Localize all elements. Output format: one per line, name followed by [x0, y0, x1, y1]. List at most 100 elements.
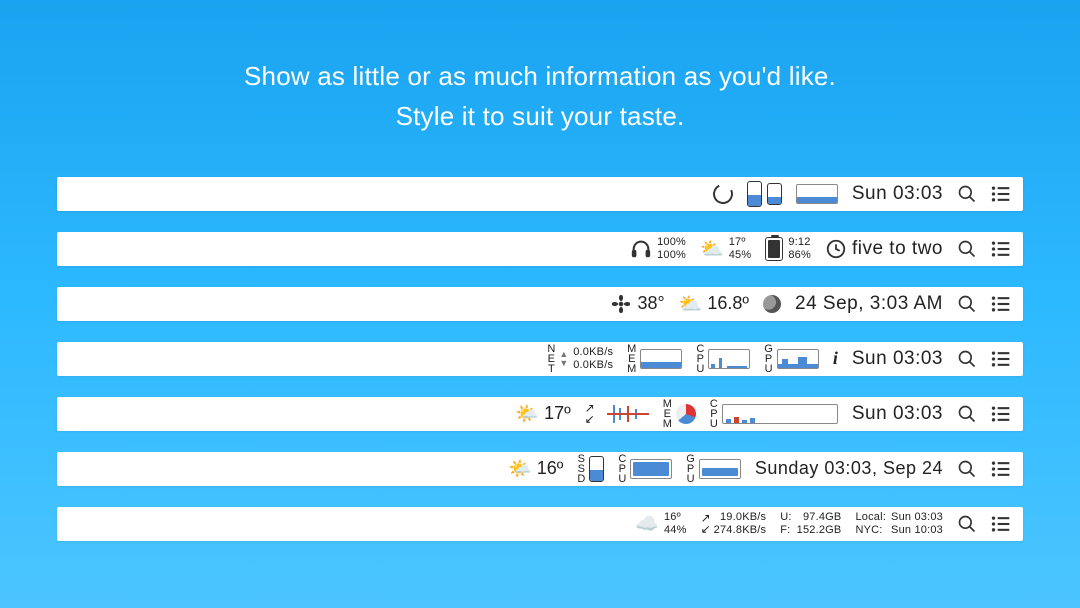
- weather-temp: 16º: [537, 458, 564, 479]
- menubar-1: Sun 03:03: [57, 177, 1023, 211]
- mem-widget: MEM: [663, 399, 696, 429]
- clock-widget: five to two: [825, 238, 943, 260]
- info-icon[interactable]: i: [833, 348, 838, 369]
- battery-time: 9:12: [788, 236, 811, 249]
- local-label: Local:: [855, 511, 886, 524]
- headline: Show as little or as much information as…: [0, 0, 1080, 177]
- net-up: 19.0KB/s: [714, 511, 767, 524]
- headphones-widget: 100% 100%: [630, 236, 686, 261]
- progress-ring-icon: [710, 181, 736, 207]
- cpu-graph: [630, 459, 672, 479]
- moon-phase-icon: [763, 295, 781, 313]
- net-arrows-icon: ▲▼: [559, 350, 568, 368]
- gpu-widget: GPU: [686, 454, 741, 484]
- menu-list-icon[interactable]: [991, 294, 1011, 314]
- clock: 24 Sep, 3:03 AM: [795, 293, 943, 315]
- menu-list-icon[interactable]: [991, 239, 1011, 259]
- net-label: NET: [547, 344, 554, 374]
- fan-temp: 38°: [637, 293, 664, 314]
- fan-icon: [610, 293, 632, 315]
- weather-humidity: 44%: [664, 524, 687, 537]
- net-spike-graph: [607, 403, 649, 425]
- gpu-widget: GPU: [764, 344, 819, 374]
- cpu-bar-graph: [722, 404, 838, 424]
- mem-pie-icon: [676, 404, 696, 424]
- net-widget: ↗↙ 19.0KB/s 274.8KB/s: [701, 511, 767, 536]
- headphones-bottom: 100%: [657, 249, 686, 262]
- search-icon[interactable]: [957, 239, 977, 259]
- menubar-3: 38° ⛅ 16.8º 24 Sep, 3:03 AM: [57, 287, 1023, 321]
- search-icon[interactable]: [957, 294, 977, 314]
- disk-gauges: [747, 181, 782, 207]
- ssd-widget: SSD: [577, 454, 604, 484]
- search-icon[interactable]: [957, 514, 977, 534]
- gpu-label: GPU: [686, 454, 694, 484]
- menu-list-icon[interactable]: [991, 184, 1011, 204]
- cpu-widget: CPU: [696, 344, 750, 374]
- search-icon[interactable]: [957, 184, 977, 204]
- world-clock-widget: Local: NYC: Sun 03:03 Sun 10:03: [855, 511, 943, 536]
- battery-icon: [765, 237, 783, 261]
- fan-widget: 38°: [610, 293, 664, 315]
- weather-widget: ⛅ 17º 45%: [700, 236, 751, 261]
- nyc-label: NYC:: [855, 524, 886, 537]
- net-widget: NET ▲▼ 0.0KB/s 0.0KB/s: [547, 344, 613, 374]
- weather-temp: 17º: [729, 236, 752, 249]
- search-icon[interactable]: [957, 459, 977, 479]
- menu-list-icon[interactable]: [991, 514, 1011, 534]
- weather-temp: 16º: [664, 511, 687, 524]
- battery-pct: 86%: [788, 249, 811, 262]
- cpu-widget: CPU: [710, 399, 838, 429]
- menubar-7: ☁️ 16º 44% ↗↙ 19.0KB/s 274.8KB/s U: F: 9…: [57, 507, 1023, 541]
- mem-label: MEM: [663, 399, 671, 429]
- weather-widget: ⛅ 16.8º: [679, 292, 749, 316]
- menubar-4: NET ▲▼ 0.0KB/s 0.0KB/s MEM CPU GPU i Sun…: [57, 342, 1023, 376]
- cpu-label: CPU: [710, 399, 717, 429]
- search-icon[interactable]: [957, 404, 977, 424]
- cpu-label: CPU: [696, 344, 703, 374]
- clock-icon: [825, 238, 847, 260]
- gpu-graph: [699, 459, 741, 479]
- disk-u-label: U:: [780, 511, 791, 524]
- clock: Sunday 03:03, Sep 24: [755, 458, 943, 479]
- menubar-6: 🌤️ 16º SSD CPU GPU Sunday 03:03, Sep 24: [57, 452, 1023, 486]
- mem-graph: [640, 349, 682, 369]
- headphones-icon: [630, 238, 652, 260]
- disk-f-val: 152.2GB: [797, 524, 842, 537]
- menu-list-icon[interactable]: [991, 349, 1011, 369]
- clock-text: five to two: [852, 238, 943, 260]
- net-arrows-icon: ↗↙: [585, 403, 593, 425]
- menu-list-icon[interactable]: [991, 459, 1011, 479]
- menubar-5: 🌤️ 17º ↗↙ MEM CPU Sun 03:03: [57, 397, 1023, 431]
- local-time: Sun 03:03: [891, 511, 943, 524]
- weather-humidity: 45%: [729, 249, 752, 262]
- menubar-examples: Sun 03:03 100% 100% ⛅ 17º 45% 9:12 86%: [0, 177, 1080, 541]
- weather-cloud-icon: ⛅: [679, 292, 703, 316]
- headline-line-1: Show as little or as much information as…: [0, 56, 1080, 96]
- gauge-icon: [767, 183, 782, 205]
- clock: Sun 03:03: [852, 183, 943, 205]
- net-arrows-icon: ↗↙: [701, 513, 709, 535]
- weather-sun-cloud-icon: 🌤️: [508, 457, 532, 481]
- weather-sun-cloud-icon: 🌤️: [515, 402, 539, 426]
- cpu-graph: [708, 349, 750, 369]
- gpu-label: GPU: [764, 344, 772, 374]
- menu-list-icon[interactable]: [991, 404, 1011, 424]
- search-icon[interactable]: [957, 349, 977, 369]
- menubar-2: 100% 100% ⛅ 17º 45% 9:12 86% five to two: [57, 232, 1023, 266]
- mem-label: MEM: [627, 344, 635, 374]
- ssd-label: SSD: [577, 454, 584, 484]
- weather-cloud-icon: ⛅: [700, 237, 724, 261]
- net-down: 0.0KB/s: [573, 359, 613, 372]
- headphones-top: 100%: [657, 236, 686, 249]
- ssd-gauge-icon: [589, 456, 604, 482]
- disk-u-val: 97.4GB: [797, 511, 842, 524]
- gpu-graph: [777, 349, 819, 369]
- weather-temp: 17º: [544, 403, 571, 424]
- headline-line-2: Style it to suit your taste.: [0, 96, 1080, 136]
- cpu-label: CPU: [618, 454, 625, 484]
- nyc-time: Sun 10:03: [891, 524, 943, 537]
- net-up: 0.0KB/s: [573, 346, 613, 359]
- weather-widget: ☁️ 16º 44%: [635, 511, 686, 536]
- weather-cloud-icon: ☁️: [635, 512, 659, 536]
